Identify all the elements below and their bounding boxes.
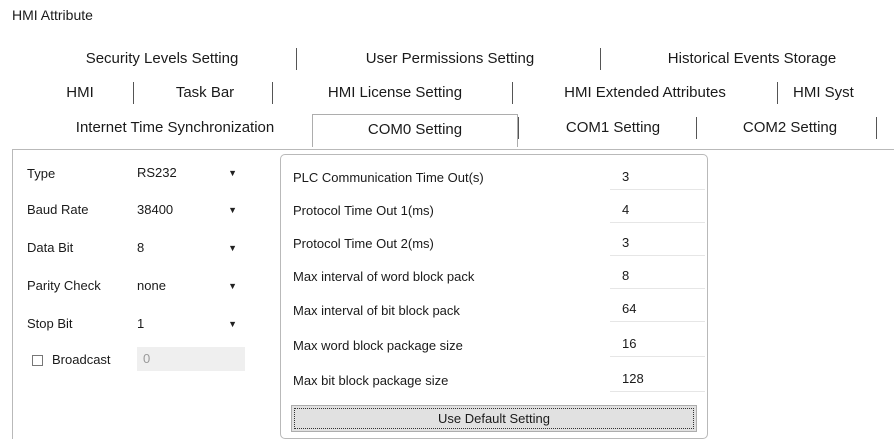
data-bit-value: 8	[137, 240, 145, 255]
chevron-down-icon: ▼	[228, 319, 237, 329]
baud-rate-value: 38400	[137, 202, 174, 217]
broadcast-checkbox[interactable]	[32, 355, 43, 366]
parity-check-value: none	[137, 278, 166, 293]
chevron-down-icon: ▼	[228, 168, 237, 178]
tab-security-levels[interactable]: Security Levels Setting	[58, 47, 266, 71]
tab-hmi-system[interactable]: HMI Syst	[785, 81, 894, 105]
data-bit-label: Data Bit	[27, 240, 74, 255]
param-input-protocol-timeout-2[interactable]: 3	[610, 230, 705, 256]
data-bit-select[interactable]: 8 ▼	[133, 236, 245, 260]
chevron-down-icon: ▼	[228, 205, 237, 215]
param-label-protocol-timeout-2: Protocol Time Out 2(ms)	[293, 236, 434, 251]
type-select[interactable]: RS232 ▼	[133, 161, 245, 185]
param-label-word-block-size: Max word block package size	[293, 338, 463, 353]
stop-bit-select[interactable]: 1 ▼	[133, 312, 245, 336]
tab-com0-setting[interactable]: COM0 Setting	[312, 114, 518, 147]
tab-separator	[518, 117, 519, 139]
tab-com1-setting[interactable]: COM1 Setting	[528, 116, 698, 140]
baud-rate-select[interactable]: 38400 ▼	[133, 198, 245, 222]
tab-task-bar[interactable]: Task Bar	[150, 81, 260, 105]
tab-separator	[133, 82, 134, 104]
stop-bit-value: 1	[137, 316, 145, 331]
tab-separator	[876, 117, 877, 139]
window-title: HMI Attribute	[12, 7, 93, 23]
param-input-bit-block-size[interactable]: 128	[610, 366, 705, 392]
tab-separator	[600, 48, 601, 70]
param-input-word-block-size[interactable]: 16	[610, 331, 705, 357]
param-label-bit-block-size: Max bit block package size	[293, 373, 449, 388]
param-label-bit-block-interval: Max interval of bit block pack	[293, 303, 460, 318]
broadcast-label: Broadcast	[52, 352, 111, 367]
param-input-protocol-timeout-1[interactable]: 4	[610, 197, 705, 223]
param-input-plc-timeout[interactable]: 3	[610, 164, 705, 190]
param-label-word-block-interval: Max interval of word block pack	[293, 269, 475, 284]
broadcast-station-field: 0	[137, 347, 245, 371]
stop-bit-label: Stop Bit	[27, 316, 73, 331]
param-input-word-block-interval[interactable]: 8	[610, 263, 705, 289]
tab-com2-setting[interactable]: COM2 Setting	[706, 116, 874, 140]
tab-user-permissions[interactable]: User Permissions Setting	[330, 47, 570, 71]
tab-separator	[512, 82, 513, 104]
type-value: RS232	[137, 165, 177, 180]
type-label: Type	[27, 166, 56, 181]
tab-hmi-license[interactable]: HMI License Setting	[282, 81, 508, 105]
parity-check-select[interactable]: none ▼	[133, 274, 245, 298]
tab-internet-time-sync[interactable]: Internet Time Synchronization	[35, 116, 315, 140]
tab-hmi-extended[interactable]: HMI Extended Attributes	[520, 81, 770, 105]
chevron-down-icon: ▼	[228, 243, 237, 253]
tab-separator	[272, 82, 273, 104]
param-label-plc-timeout: PLC Communication Time Out(s)	[293, 170, 484, 185]
baud-rate-label: Baud Rate	[27, 202, 89, 217]
parity-check-label: Parity Check	[27, 278, 101, 293]
tab-separator	[296, 48, 297, 70]
chevron-down-icon: ▼	[228, 281, 237, 291]
tab-hmi[interactable]: HMI	[35, 81, 125, 105]
use-default-setting-button[interactable]: Use Default Setting	[291, 405, 697, 432]
tab-historical-events[interactable]: Historical Events Storage	[632, 47, 872, 71]
tab-separator	[696, 117, 697, 139]
param-input-bit-block-interval[interactable]: 64	[610, 296, 705, 322]
tab-separator	[777, 82, 778, 104]
param-label-protocol-timeout-1: Protocol Time Out 1(ms)	[293, 203, 434, 218]
